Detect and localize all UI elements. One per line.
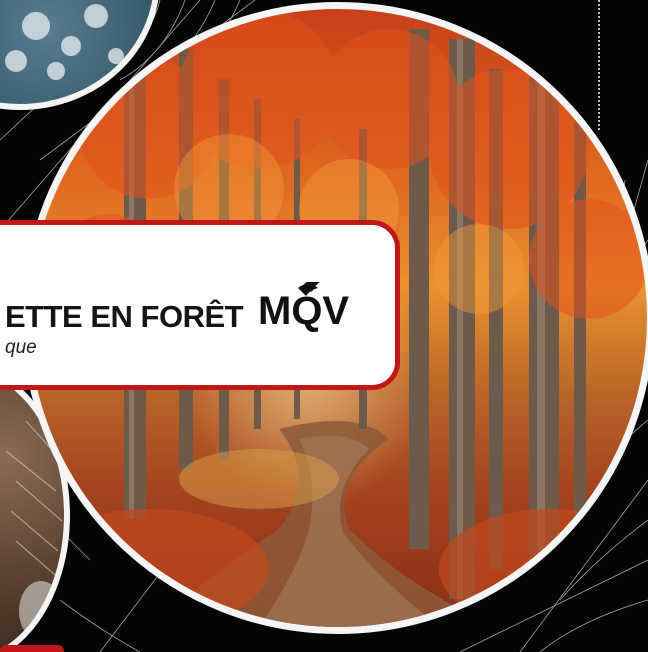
red-tab <box>0 645 64 652</box>
banner-subtitle: que <box>5 337 37 358</box>
mqv-logo: MQV <box>258 282 349 332</box>
promo-collage: ETTE EN FORÊT que MQV <box>0 0 648 652</box>
banner-title: ETTE EN FORÊT <box>5 299 244 334</box>
dotted-divider <box>598 0 602 130</box>
logo-text: MQV <box>258 289 349 332</box>
